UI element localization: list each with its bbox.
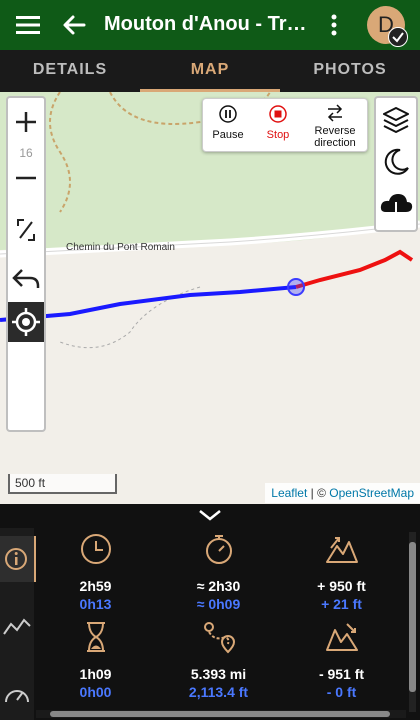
dark-mode-moon-icon[interactable] xyxy=(376,142,416,182)
map-scale: 500 ft xyxy=(8,474,117,494)
layers-icon[interactable] xyxy=(376,100,416,140)
track-action-box: Pause Stop Reverse direction xyxy=(202,98,368,152)
left-map-controls: 16 xyxy=(6,96,46,432)
current-position-marker xyxy=(287,278,305,296)
clock-icon xyxy=(81,534,111,564)
pause-button[interactable]: Pause xyxy=(203,99,253,151)
descent-icon xyxy=(326,623,358,651)
scroll-thumb[interactable] xyxy=(50,711,390,717)
reverse-label: Reverse direction xyxy=(303,125,367,149)
stats-sidebar xyxy=(0,528,36,720)
speedometer-icon[interactable] xyxy=(0,672,34,718)
pause-icon xyxy=(219,105,237,123)
route-distance-icon xyxy=(204,622,236,654)
tab-details[interactable]: DETAILS xyxy=(0,50,140,92)
stat-primary: 5.393 mi xyxy=(190,666,247,682)
right-map-controls xyxy=(374,96,418,232)
stat-secondary: 2,113.4 ft xyxy=(188,684,249,700)
elevation-chart-icon[interactable] xyxy=(0,604,34,650)
stop-label: Stop xyxy=(266,129,290,141)
stat-primary: + 950 ft xyxy=(317,578,366,594)
scroll-thumb[interactable] xyxy=(409,542,416,692)
locate-me-icon[interactable] xyxy=(8,302,44,342)
zoom-out-icon[interactable] xyxy=(8,160,44,196)
stat-secondary: 0h13 xyxy=(79,596,112,612)
stat-primary: 2h59 xyxy=(79,578,112,594)
tab-map[interactable]: MAP xyxy=(140,50,280,92)
info-icon[interactable] xyxy=(0,536,36,582)
hourglass-icon xyxy=(87,622,105,652)
ascent-icon xyxy=(326,537,358,563)
stat-primary: ≈ 2h30 xyxy=(196,578,241,594)
pause-label: Pause xyxy=(212,129,244,141)
stop-icon xyxy=(269,105,287,123)
attribution-separator: | © xyxy=(307,486,330,500)
stat-secondary: ≈ 0h09 xyxy=(196,596,241,612)
leaflet-link[interactable]: Leaflet xyxy=(271,486,307,500)
stat-primary: 1h09 xyxy=(79,666,112,682)
map-tiles: Chemin du Pont Romain xyxy=(0,92,420,504)
road-label: Chemin du Pont Romain xyxy=(66,242,175,253)
tab-photos[interactable]: PHOTOS xyxy=(280,50,420,92)
map-attribution: Leaflet | © OpenStreetMap xyxy=(265,483,420,503)
back-arrow-icon[interactable] xyxy=(60,11,88,39)
zoom-in-icon[interactable] xyxy=(8,104,44,140)
osm-link[interactable]: OpenStreetMap xyxy=(329,486,414,500)
reverse-direction-button[interactable]: Reverse direction xyxy=(303,99,367,151)
stop-button[interactable]: Stop xyxy=(253,99,303,151)
app-bar: Mouton d'Anou - Tracé D xyxy=(0,0,420,50)
reverse-label-line2: direction xyxy=(314,137,356,149)
cloud-download-icon[interactable] xyxy=(376,186,416,226)
reverse-label-line1: Reverse xyxy=(314,125,356,137)
undo-arrow-icon[interactable] xyxy=(8,258,44,298)
stat-secondary: + 21 ft xyxy=(321,596,362,612)
stat-secondary: 0h00 xyxy=(79,684,112,700)
check-badge-icon xyxy=(388,27,408,47)
horizontal-scrollbar[interactable] xyxy=(36,710,406,718)
map-view[interactable]: Chemin du Pont Romain 16 Pause Stop Reve… xyxy=(0,92,420,504)
zoom-level: 16 xyxy=(19,146,33,160)
tab-bar: DETAILS MAP PHOTOS xyxy=(0,50,420,92)
stat-primary: - 951 ft xyxy=(318,666,365,682)
fit-bounds-icon[interactable] xyxy=(8,210,44,250)
stopwatch-icon xyxy=(206,535,232,564)
more-vert-icon[interactable] xyxy=(326,12,342,38)
menu-icon[interactable] xyxy=(14,12,42,38)
vertical-scrollbar[interactable] xyxy=(409,532,416,712)
stat-secondary: - 0 ft xyxy=(326,684,357,700)
avatar[interactable]: D xyxy=(367,6,408,47)
collapse-chevron-icon[interactable] xyxy=(195,506,225,524)
page-title: Mouton d'Anou - Tracé xyxy=(104,13,314,35)
stats-panel: 2h59 0h13 ≈ 2h30 ≈ 0h09 + 950 ft + 21 ft… xyxy=(0,504,420,720)
stats-grid: 2h59 0h13 ≈ 2h30 ≈ 0h09 + 950 ft + 21 ft… xyxy=(34,528,404,704)
swap-arrows-icon xyxy=(327,104,343,122)
